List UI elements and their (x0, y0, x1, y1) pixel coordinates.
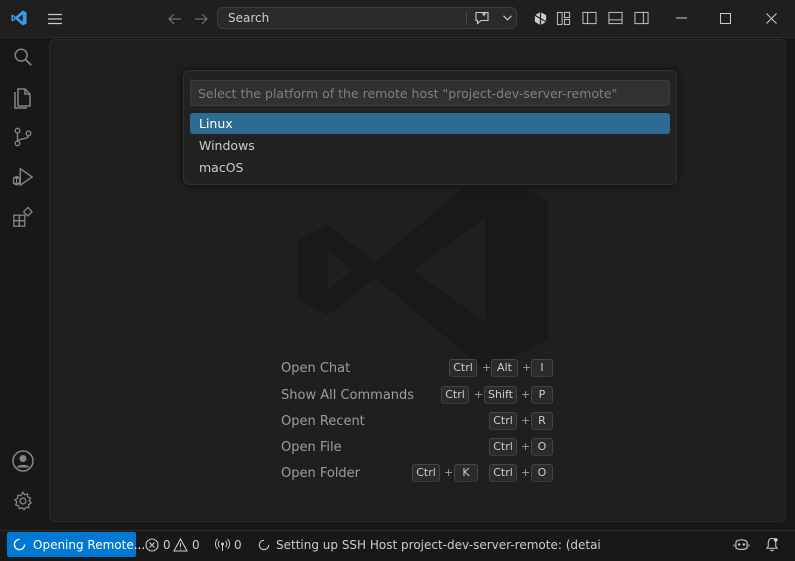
shortcut-label-show-all-commands[interactable]: Show All Commands (281, 388, 414, 403)
shortcut-label-open-file[interactable]: Open File (281, 440, 342, 455)
menu-icon[interactable] (45, 9, 65, 29)
warning-count[interactable]: 0 (192, 538, 200, 552)
kbd-plus: + (521, 388, 531, 401)
kbd-key: R (531, 412, 553, 430)
kbd-key: O (531, 438, 553, 456)
shortcut-label-open-chat[interactable]: Open Chat (281, 361, 350, 376)
shortcut-label-open-recent[interactable]: Open Recent (281, 414, 365, 429)
minimize-icon[interactable] (672, 9, 690, 27)
option-linux[interactable]: Linux (190, 113, 670, 134)
option-macos[interactable]: macOS (190, 157, 670, 178)
command-center-search[interactable]: Search (217, 7, 517, 29)
kbd-key: Shift (484, 386, 517, 404)
remote-label: Opening Remote... (33, 538, 146, 552)
extensions-icon[interactable] (10, 204, 36, 230)
chevron-down-icon[interactable] (500, 11, 514, 25)
platform-quick-pick: Select the platform of the remote host "… (183, 70, 677, 185)
toggle-secondary-sidebar-icon[interactable] (632, 9, 650, 27)
back-arrow-icon[interactable] (165, 9, 185, 29)
shortcut-label-open-folder[interactable]: Open Folder (281, 466, 360, 481)
quick-pick-input[interactable]: Select the platform of the remote host "… (190, 80, 670, 106)
kbd-plus: + (521, 440, 531, 453)
kbd-plus: + (474, 388, 484, 401)
forward-arrow-icon[interactable] (191, 9, 211, 29)
kbd-plus: + (444, 466, 454, 479)
vscode-logo-icon (9, 8, 29, 28)
error-icon[interactable] (145, 538, 159, 555)
manage-gear-icon[interactable] (10, 488, 36, 514)
kbd-plus: + (482, 361, 492, 374)
kbd-plus: + (522, 361, 532, 374)
kbd-key: K (454, 464, 478, 482)
accounts-icon[interactable] (10, 448, 36, 474)
remote-indicator[interactable]: Opening Remote... (7, 532, 145, 557)
vscode-watermark-icon (298, 170, 548, 370)
progress-message[interactable]: Setting up SSH Host project-dev-server-r… (276, 538, 601, 552)
kbd-key: Ctrl (441, 386, 469, 404)
chat-icon[interactable] (473, 10, 491, 26)
kbd-key: Ctrl (489, 412, 517, 430)
run-debug-icon[interactable] (10, 164, 36, 190)
toggle-primary-sidebar-icon[interactable] (580, 9, 598, 27)
explorer-search-icon[interactable] (10, 44, 36, 70)
loading-spinner-icon (13, 538, 26, 554)
kbd-key: Ctrl (449, 359, 477, 377)
search-divider (466, 11, 467, 25)
kbd-key: Alt (491, 359, 518, 377)
kbd-key: Ctrl (412, 464, 440, 482)
activity-bar (0, 38, 46, 528)
kbd-key: Ctrl (489, 438, 517, 456)
copilot-status-icon[interactable] (733, 537, 750, 555)
error-count[interactable]: 0 (163, 538, 171, 552)
copilot-icon[interactable] (531, 9, 549, 27)
progress-spinner-icon (258, 539, 270, 554)
ports-count[interactable]: 0 (234, 538, 242, 552)
explorer-files-icon[interactable] (10, 84, 36, 110)
ports-broadcast-icon[interactable] (214, 538, 231, 555)
layout-customize-icon[interactable] (554, 9, 572, 27)
title-bar: Search (0, 0, 795, 38)
kbd-key: P (531, 386, 553, 404)
kbd-plus: + (521, 466, 531, 479)
kbd-key: O (531, 464, 553, 482)
kbd-key: Ctrl (489, 464, 517, 482)
status-bar: Opening Remote... 0 0 0 Setting up SSH H… (0, 530, 795, 561)
notifications-bell-icon[interactable] (765, 537, 779, 555)
kbd-key: I (531, 359, 553, 377)
search-label: Search (228, 11, 270, 25)
close-icon[interactable] (762, 9, 780, 27)
maximize-icon[interactable] (716, 9, 734, 27)
warning-icon[interactable] (173, 537, 188, 555)
option-windows[interactable]: Windows (190, 135, 670, 156)
toggle-panel-icon[interactable] (606, 9, 624, 27)
source-control-icon[interactable] (10, 124, 36, 150)
kbd-plus: + (521, 414, 531, 427)
